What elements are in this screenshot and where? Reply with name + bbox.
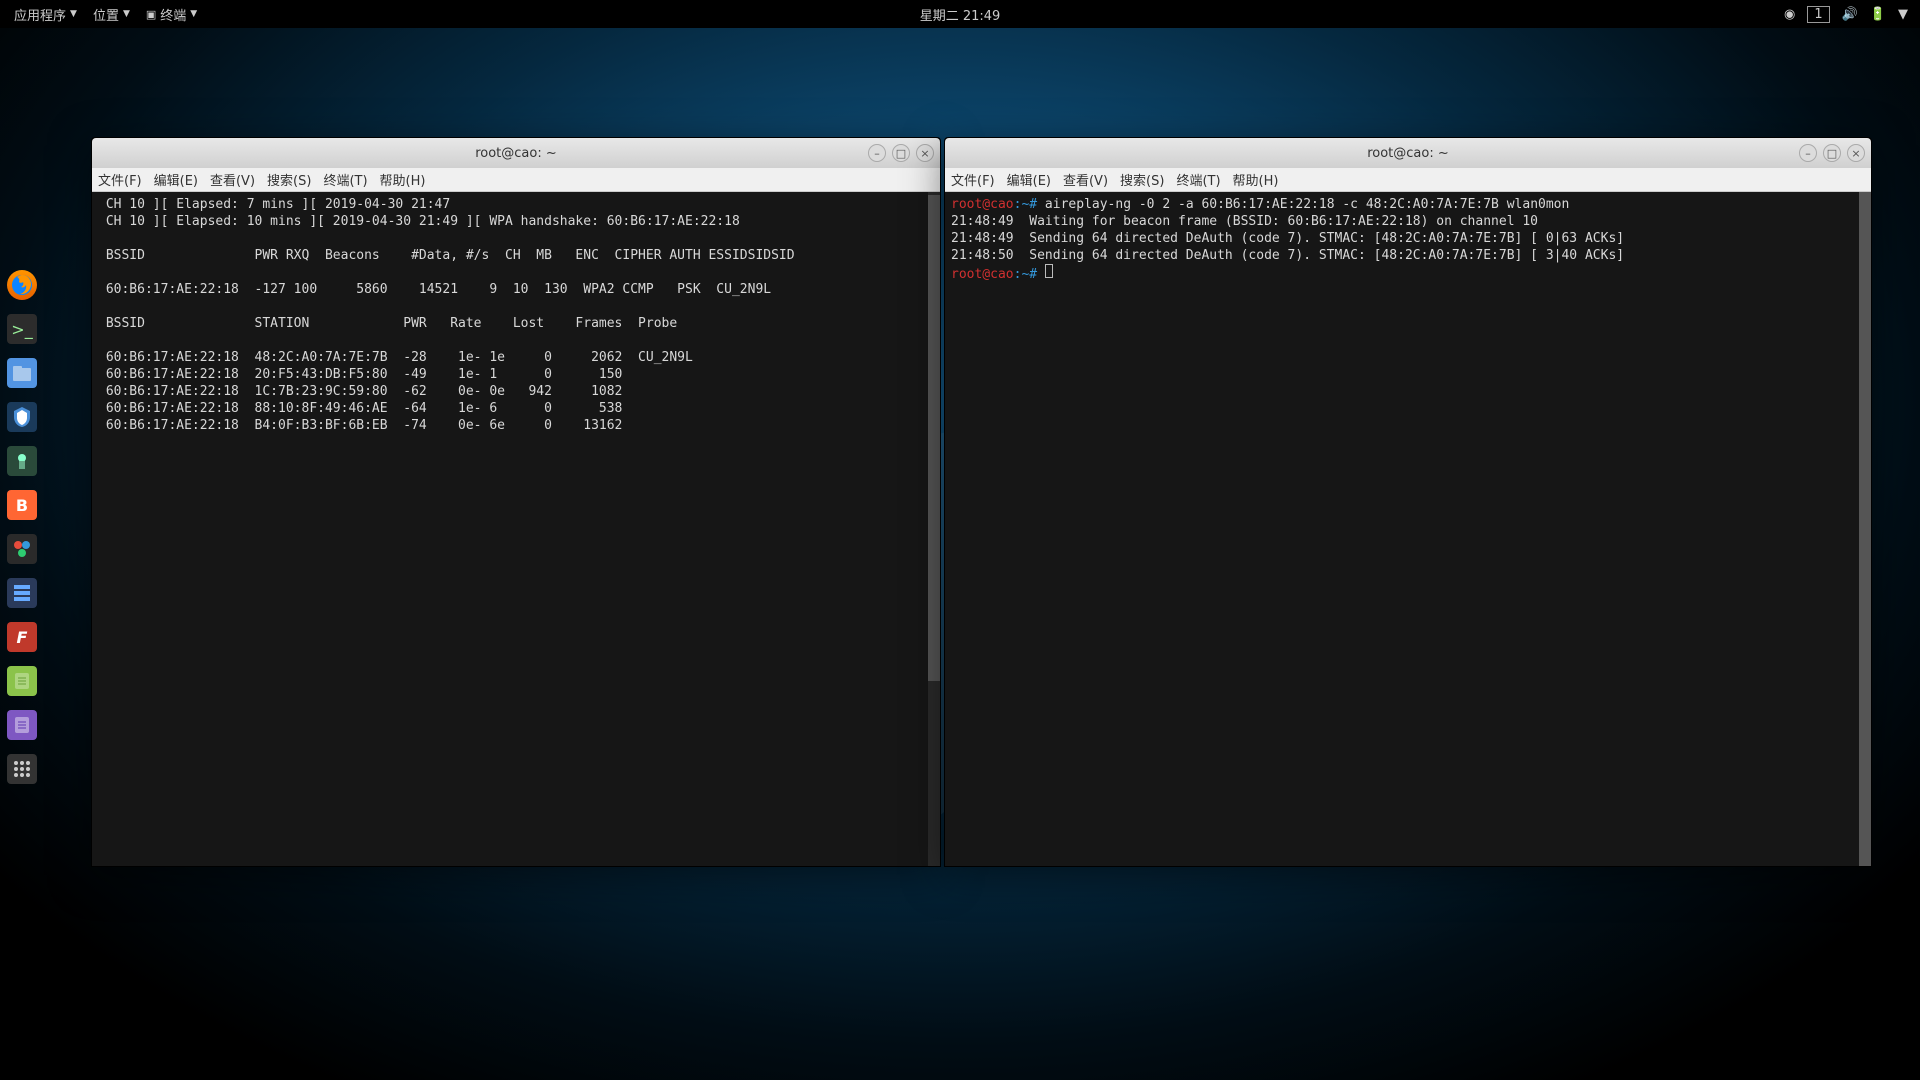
places-menu[interactable]: 位置 ▼ bbox=[87, 3, 136, 26]
dock-faraday[interactable]: F bbox=[7, 622, 37, 652]
chevron-down-icon: ▼ bbox=[190, 9, 197, 19]
line: 60:B6:17:AE:22:18 88:10:8F:49:46:AE -64 … bbox=[98, 401, 622, 416]
prompt-user: root@cao bbox=[951, 197, 1014, 212]
prompt-user: root@cao bbox=[951, 267, 1014, 282]
clock[interactable]: 星期二 21:49 bbox=[914, 3, 1007, 26]
workspace-indicator[interactable]: 1 bbox=[1807, 6, 1829, 23]
applications-label: 应用程序 bbox=[14, 5, 66, 24]
line: BSSID PWR RXQ Beacons #Data, #/s CH MB E… bbox=[98, 248, 795, 263]
terminal-icon: ▣ bbox=[146, 8, 156, 21]
line: 21:48:49 Waiting for beacon frame (BSSID… bbox=[951, 214, 1538, 229]
terminal-window-aireplay: root@cao: ~ – □ × 文件(F) 编辑(E) 查看(V) 搜索(S… bbox=[944, 137, 1872, 867]
terminal-window-airodump: root@cao: ~ – □ × 文件(F) 编辑(E) 查看(V) 搜索(S… bbox=[91, 137, 941, 867]
dock-files[interactable] bbox=[7, 358, 37, 388]
line: 60:B6:17:AE:22:18 B4:0F:B3:BF:6B:EB -74 … bbox=[98, 418, 622, 433]
minimize-button[interactable]: – bbox=[1799, 144, 1817, 162]
dock-firefox[interactable] bbox=[7, 270, 37, 300]
menu-terminal[interactable]: 终端(T) bbox=[1176, 170, 1220, 189]
window-title: root@cao: ~ bbox=[1367, 146, 1449, 161]
line: 60:B6:17:AE:22:18 -127 100 5860 14521 9 … bbox=[98, 282, 771, 297]
titlebar[interactable]: root@cao: ~ – □ × bbox=[945, 138, 1871, 168]
terminal-output[interactable]: root@cao:~# aireplay-ng -0 2 -a 60:B6:17… bbox=[945, 192, 1871, 866]
chevron-down-icon: ▼ bbox=[70, 9, 77, 19]
dash-dock: >_ B F bbox=[4, 270, 40, 784]
line: BSSID STATION PWR Rate Lost Frames Probe bbox=[98, 316, 677, 331]
dock-notes-green[interactable] bbox=[7, 666, 37, 696]
scroll-thumb[interactable] bbox=[928, 195, 940, 680]
clock-text: 星期二 21:49 bbox=[920, 5, 1001, 24]
menu-terminal[interactable]: 终端(T) bbox=[323, 170, 367, 189]
maximize-button[interactable]: □ bbox=[892, 144, 910, 162]
line: 21:48:49 Sending 64 directed DeAuth (cod… bbox=[951, 231, 1624, 246]
chevron-down-icon: ▼ bbox=[123, 9, 130, 19]
screen-recorder-icon[interactable]: ◉ bbox=[1784, 7, 1795, 22]
scrollbar[interactable] bbox=[1859, 192, 1871, 866]
terminal-output[interactable]: CH 10 ][ Elapsed: 7 mins ][ 2019-04-30 2… bbox=[92, 192, 940, 866]
close-button[interactable]: × bbox=[916, 144, 934, 162]
active-app-label: 终端 bbox=[160, 5, 186, 24]
line: CH 10 ][ Elapsed: 7 mins ][ 2019-04-30 2… bbox=[98, 197, 450, 212]
titlebar[interactable]: root@cao: ~ – □ × bbox=[92, 138, 940, 168]
applications-menu[interactable]: 应用程序 ▼ bbox=[8, 3, 83, 26]
menu-help[interactable]: 帮助(H) bbox=[1233, 170, 1279, 189]
gnome-top-bar: 应用程序 ▼ 位置 ▼ ▣ 终端 ▼ 星期二 21:49 ◉ 1 🔊 🔋 ▼ bbox=[0, 0, 1920, 28]
dock-terminal[interactable]: >_ bbox=[7, 314, 37, 344]
scroll-thumb[interactable] bbox=[1859, 192, 1871, 866]
active-app-terminal[interactable]: ▣ 终端 ▼ bbox=[140, 3, 203, 26]
menu-help[interactable]: 帮助(H) bbox=[380, 170, 426, 189]
prompt-path: :~# bbox=[1014, 197, 1037, 212]
close-button[interactable]: × bbox=[1847, 144, 1865, 162]
menu-search[interactable]: 搜索(S) bbox=[1120, 170, 1164, 189]
dock-notes-purple[interactable] bbox=[7, 710, 37, 740]
menu-edit[interactable]: 编辑(E) bbox=[154, 170, 198, 189]
dock-armitage[interactable] bbox=[7, 446, 37, 476]
dock-maltego[interactable] bbox=[7, 534, 37, 564]
menu-edit[interactable]: 编辑(E) bbox=[1007, 170, 1051, 189]
menu-view[interactable]: 查看(V) bbox=[1063, 170, 1108, 189]
minimize-button[interactable]: – bbox=[868, 144, 886, 162]
maximize-button[interactable]: □ bbox=[1823, 144, 1841, 162]
dock-burpsuite[interactable]: B bbox=[7, 490, 37, 520]
terminal-menubar: 文件(F) 编辑(E) 查看(V) 搜索(S) 终端(T) 帮助(H) bbox=[92, 168, 940, 192]
dock-metasploit[interactable] bbox=[7, 402, 37, 432]
menu-search[interactable]: 搜索(S) bbox=[267, 170, 311, 189]
system-menu-chevron-icon[interactable]: ▼ bbox=[1898, 7, 1908, 22]
volume-icon[interactable]: 🔊 bbox=[1842, 7, 1858, 22]
line: 21:48:50 Sending 64 directed DeAuth (cod… bbox=[951, 248, 1624, 263]
dock-beef[interactable] bbox=[7, 578, 37, 608]
menu-file[interactable]: 文件(F) bbox=[98, 170, 142, 189]
window-title: root@cao: ~ bbox=[475, 146, 557, 161]
line: 60:B6:17:AE:22:18 48:2C:A0:7A:7E:7B -28 … bbox=[98, 350, 693, 365]
terminal-menubar: 文件(F) 编辑(E) 查看(V) 搜索(S) 终端(T) 帮助(H) bbox=[945, 168, 1871, 192]
scrollbar[interactable] bbox=[928, 192, 940, 866]
prompt-path: :~# bbox=[1014, 267, 1037, 282]
dock-show-apps[interactable] bbox=[7, 754, 37, 784]
line: CH 10 ][ Elapsed: 10 mins ][ 2019-04-30 … bbox=[98, 214, 740, 229]
battery-icon[interactable]: 🔋 bbox=[1870, 7, 1886, 22]
menu-view[interactable]: 查看(V) bbox=[210, 170, 255, 189]
command: aireplay-ng -0 2 -a 60:B6:17:AE:22:18 -c… bbox=[1037, 197, 1569, 212]
line: 60:B6:17:AE:22:18 20:F5:43:DB:F5:80 -49 … bbox=[98, 367, 622, 382]
cursor bbox=[1045, 264, 1053, 278]
menu-file[interactable]: 文件(F) bbox=[951, 170, 995, 189]
places-label: 位置 bbox=[93, 5, 119, 24]
line: 60:B6:17:AE:22:18 1C:7B:23:9C:59:80 -62 … bbox=[98, 384, 622, 399]
